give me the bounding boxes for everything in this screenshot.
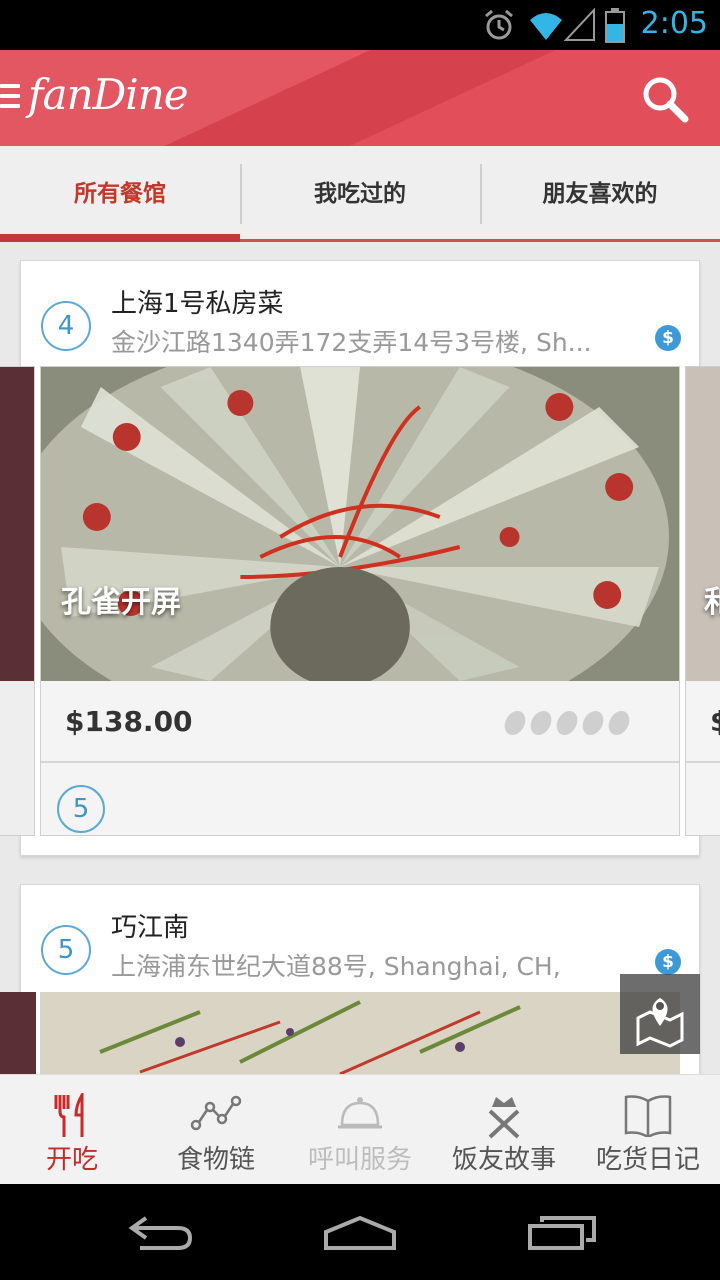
dish-photo (41, 367, 679, 681)
rating-dot (502, 711, 528, 735)
dish-card[interactable]: 孔雀开屏 $138.00 5 (40, 366, 680, 836)
dish-photo (40, 992, 680, 1074)
bottom-nav: 开吃 食物链 呼叫服务 饭友故事 吃货日记 (0, 1074, 720, 1184)
alarm-icon (485, 9, 513, 40)
battery-icon (605, 8, 625, 43)
food-chain-icon (190, 1095, 242, 1131)
dish-name: 孔雀开屏 (61, 585, 181, 620)
tab-bar: 所有餐馆 我吃过的 朋友喜欢的 (0, 146, 720, 242)
tab-friends-liked[interactable]: 朋友喜欢的 (480, 146, 720, 242)
nav-label: 饭友故事 (451, 1145, 556, 1175)
map-button[interactable] (620, 974, 700, 1054)
restaurant-address: 金沙江路1340弄172支弄14号3号楼, Sh... (111, 328, 592, 357)
tab-visited[interactable]: 我吃过的 (240, 146, 480, 242)
nav-label: 吃货日记 (595, 1145, 700, 1175)
service-bell-icon (338, 1097, 382, 1129)
recent-apps-icon[interactable] (526, 1214, 598, 1250)
nav-label: 食物链 (176, 1145, 255, 1175)
dish-card-prev[interactable] (0, 366, 35, 836)
nav-label: 呼叫服务 (307, 1145, 412, 1175)
nav-food-chain[interactable]: 食物链 (144, 1075, 288, 1184)
nav-start-eating[interactable]: 开吃 (0, 1075, 144, 1184)
back-icon[interactable] (126, 1214, 194, 1250)
menu-icon[interactable] (0, 84, 20, 112)
price-level-icon: $ (655, 325, 681, 351)
nav-label: 开吃 (45, 1145, 98, 1175)
crown-utensils-icon (488, 1097, 520, 1139)
fork-knife-icon (54, 1093, 84, 1137)
status-bar: 2:05 (0, 0, 720, 50)
app-logo: fanDine (28, 70, 189, 119)
dish-photo (686, 367, 720, 681)
tab-all-restaurants[interactable]: 所有餐馆 (0, 146, 240, 242)
dish-price-row: $ (686, 681, 720, 763)
rating-dot (580, 711, 606, 735)
app-bar: fanDine (0, 50, 720, 146)
rating-dot (554, 711, 580, 735)
nav-diner-stories[interactable]: 饭友故事 (432, 1075, 576, 1184)
dish-price: $ (710, 705, 720, 738)
dish-price-row: $138.00 (41, 681, 679, 763)
wifi-icon (530, 13, 562, 40)
restaurant-rank: 5 (41, 925, 91, 975)
dish-rank: 5 (57, 785, 105, 833)
dish-photo (0, 367, 34, 681)
dish-card-next[interactable]: 和 $ (685, 366, 720, 836)
system-nav-bar (0, 1184, 720, 1280)
restaurant-address: 上海浦东世纪大道88号, Shanghai, CH, (111, 952, 561, 981)
restaurant-name: 巧江南 (111, 913, 190, 943)
rating-dot (528, 711, 554, 735)
map-pin-icon (636, 998, 684, 1048)
search-icon[interactable] (640, 74, 690, 124)
dish-rating[interactable] (502, 711, 632, 735)
home-icon[interactable] (322, 1214, 398, 1250)
nav-foodie-diary[interactable]: 吃货日记 (576, 1075, 720, 1184)
dish-photo (0, 992, 36, 1082)
dish-price: $138.00 (65, 705, 193, 738)
signal-icon (564, 8, 595, 41)
dish-name: 和 (704, 577, 720, 621)
nav-call-service[interactable]: 呼叫服务 (288, 1075, 432, 1184)
price-level-icon: $ (655, 949, 681, 975)
clock: 2:05 (640, 6, 708, 41)
screen: 2:05 fanDine 所有餐馆 我吃过的 朋友喜欢的 4 上海1号私房菜 金… (0, 0, 720, 1280)
restaurant-name: 上海1号私房菜 (111, 289, 284, 319)
diary-book-icon (624, 1095, 672, 1137)
rating-dot (606, 711, 632, 735)
restaurant-rank: 4 (41, 301, 91, 351)
